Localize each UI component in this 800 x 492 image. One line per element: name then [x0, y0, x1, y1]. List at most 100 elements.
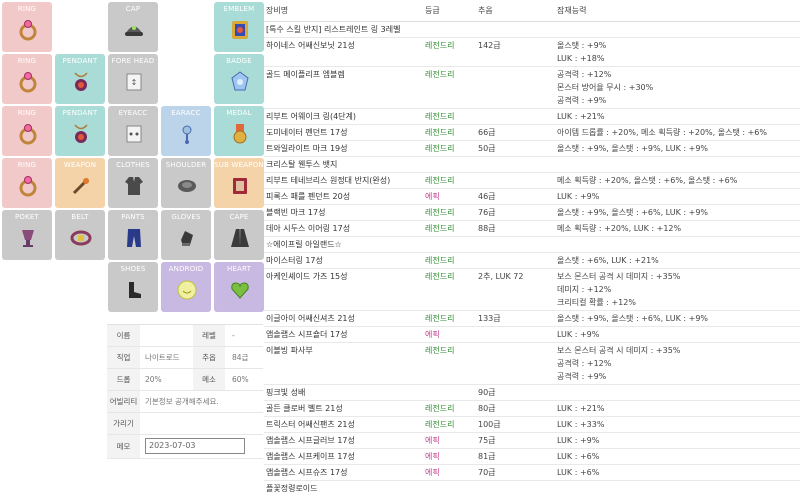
item-grade: 레전드리 [425, 112, 455, 121]
item-grade: 레전드리 [425, 208, 455, 217]
slot-ring1[interactable]: RING [2, 2, 52, 52]
slot-label: BELT [71, 213, 89, 221]
slot-pants[interactable]: PANTS [108, 210, 158, 260]
ring-icon [16, 122, 40, 146]
medal-icon [228, 122, 252, 146]
item-name: 피록스 패를 펜던트 20성 [266, 192, 351, 201]
slot-medal[interactable]: MEDAL [214, 106, 264, 156]
slot-eyeacc[interactable]: EYEACC [108, 106, 158, 156]
cape-icon [228, 226, 252, 250]
level-value: - [232, 331, 235, 340]
star-force-value: 84급 [232, 353, 249, 362]
slot-weapon[interactable]: WEAPON [55, 158, 105, 208]
slot-gloves[interactable]: GLOVES [161, 210, 211, 260]
item-name: 골든 클로버 벨트 21성 [266, 404, 343, 413]
item-grade: 레전드리 [425, 256, 455, 265]
slot-cape[interactable]: CAPE [214, 210, 264, 260]
table-row: 이글아이 어쌔신셔츠 21성 레전드리 133급 올스탯 : +9%, 올스탯 : +… [264, 311, 800, 327]
slot-shoes[interactable]: SHOES [108, 262, 158, 312]
slot-label: PENDANT [62, 57, 98, 65]
slot-label: EARACC [171, 109, 201, 117]
pendant-icon [69, 70, 93, 94]
item-potential-line: 공격력 : +9% [557, 96, 607, 105]
svg-text:↕: ↕ [131, 78, 138, 87]
item-grade: 레전드리 [425, 420, 455, 429]
badge-icon [228, 70, 252, 94]
slot-label: CLOTHES [116, 161, 150, 169]
shoulder-icon [175, 174, 199, 198]
info-row-name: 이름 레벨 - [107, 325, 263, 347]
slot-badge[interactable]: BADGE [214, 54, 264, 104]
item-potential-line: 공격력 : +12% [557, 359, 612, 368]
table-row: 하이네스 어쌔신보닛 21성 레전드리 142급 올스탯 : +9% LUK : +18… [264, 38, 800, 67]
item-grade: 레전드리 [425, 224, 455, 233]
memo-input[interactable]: 2023-07-03 [145, 438, 245, 454]
info-row-ability: 어빌리티 기본정보 공개해주세요. [107, 391, 263, 413]
table-header: 장비명 등급 추옵 잠재능력 [264, 0, 800, 22]
info-row-drop: 드롭 20% 메소 60% [107, 369, 263, 391]
item-name: 하이네스 어쌔신보닛 21성 [266, 41, 355, 50]
item-potential-line: LUK : +6% [557, 452, 600, 461]
item-name: 리부트 테네브리스 원정대 반지(완성) [266, 176, 391, 185]
item-name: 앱솔랩스 시프글러브 17성 [266, 436, 355, 445]
slot-belt[interactable]: BELT [55, 210, 105, 260]
slot-shoulder[interactable]: SHOULDER [161, 158, 211, 208]
table-row: 앱솔랩스 시프케이프 17성 에픽 81급 LUK : +6% [264, 449, 800, 465]
slot-emblem[interactable]: EMBLEM [214, 2, 264, 52]
table-row: 핑크빛 성배 90급 [264, 385, 800, 401]
item-grade: 레전드리 [425, 41, 455, 50]
item-name: 앱솔랩스 시프숄더 17성 [266, 330, 348, 339]
item-name: 핑크빛 성배 [266, 388, 306, 397]
table-row: 데아 시두스 이어링 17성 레전드리 88급 메소 획득량 : +20%, LUK … [264, 221, 800, 237]
item-potential-line: LUK : +21% [557, 112, 605, 121]
slot-label: RING [17, 109, 37, 117]
table-row: 아케인셰이드 가즈 15성 레전드리 2추, LUK 72 보스 몬스터 공격 시 데… [264, 269, 800, 311]
pants-icon [122, 226, 146, 250]
slot-android[interactable]: ANDROID [161, 262, 211, 312]
slot-cap[interactable]: CAP [108, 2, 158, 52]
slot-clothes[interactable]: CLOTHES [108, 158, 158, 208]
table-row: 도미네이터 펜던트 17성 레전드리 66급 아이템 드롭률 : +20%, 메소 획… [264, 125, 800, 141]
job-value: 나이트로드 [145, 353, 180, 362]
slot-ring2[interactable]: RING [2, 54, 52, 104]
slot-forehead[interactable]: FORE HEAD ↕ [108, 54, 158, 104]
star-force-label: 추옵 [193, 347, 225, 368]
info-row-job: 직업 나이트로드 추옵 84급 [107, 347, 263, 369]
item-star-force: 66급 [478, 128, 496, 137]
slot-ring3[interactable]: RING [2, 106, 52, 156]
eye-accessory-icon [122, 122, 146, 146]
table-row: 리부트 테네브리스 원정대 반지(완성) 레전드리 메소 획득량 : +20%, 올… [264, 173, 800, 189]
shoes-icon [122, 278, 146, 302]
slot-ring4[interactable]: RING [2, 158, 52, 208]
item-grade: 레전드리 [425, 404, 455, 413]
slot-heart[interactable]: HEART [214, 262, 264, 312]
heart-icon [228, 278, 252, 302]
slot-subweapon[interactable]: SUB WEAPON [214, 158, 264, 208]
drop-value: 20% [145, 375, 162, 384]
slot-pendant1[interactable]: PENDANT [55, 54, 105, 104]
item-potential-line: LUK : +6% [557, 468, 600, 477]
ability-label: 어빌리티 [107, 391, 140, 412]
header-grade: 등급 [425, 6, 440, 15]
slot-poket[interactable]: POKET [2, 210, 52, 260]
item-name: 골드 메이플리프 엠블렘 [266, 70, 345, 79]
cap-icon [122, 18, 146, 42]
item-grade: 에픽 [425, 330, 440, 339]
item-star-force: 80급 [478, 404, 496, 413]
weapon-icon [69, 174, 93, 198]
table-row: 트와일라이트 마크 19성 레전드리 50급 올스탯 : +9%, 올스탯 : +9%… [264, 141, 800, 157]
slot-label: PENDANT [62, 109, 98, 117]
slot-label: EMBLEM [223, 5, 255, 13]
table-row: 블랙빈 마크 17성 레전드리 76급 올스탯 : +9%, 올스탯 : +6%, L… [264, 205, 800, 221]
item-name: 플꽃정령로이드 [266, 484, 318, 492]
slot-earacc[interactable]: EARACC [161, 106, 211, 156]
slot-label: SHOES [120, 265, 146, 273]
ability-value: 기본정보 공개해주세요. [145, 397, 219, 406]
item-potential-line: LUK : +33% [557, 420, 605, 429]
item-name: 아케인셰이드 가즈 15성 [266, 272, 348, 281]
table-row: 앱솔랩스 시프슈즈 17성 에픽 70급 LUK : +6% [264, 465, 800, 481]
item-grade: 에픽 [425, 192, 440, 201]
slot-label: SUB WEAPON [214, 161, 264, 169]
slot-pendant2[interactable]: PENDANT [55, 106, 105, 156]
item-potential-line: LUK : +9% [557, 330, 600, 339]
